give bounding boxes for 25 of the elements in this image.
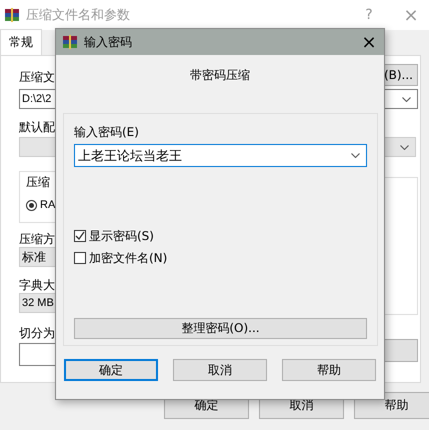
checkbox[interactable] [74, 252, 86, 264]
close-button[interactable]: × [354, 32, 384, 52]
books-icon [62, 34, 78, 50]
dialog-heading: 带密码压缩 [189, 67, 251, 83]
field-label: 默认配 [19, 119, 55, 135]
tab[interactable]: 常规 [0, 29, 42, 55]
books-icon [4, 7, 20, 23]
checkbox[interactable] [74, 230, 86, 242]
checkbox-label: 显示密码(S) [89, 228, 154, 244]
radio-button[interactable] [26, 200, 37, 210]
radio-label: RA [40, 199, 56, 211]
field-label: 字典大 [19, 277, 55, 293]
checkbox-label: 加密文件名(N) [89, 250, 168, 266]
dialog-button[interactable]: 确定 [64, 359, 158, 381]
group-title: 压缩 [26, 174, 50, 191]
field-label: 切分为 [19, 325, 55, 341]
dialog-title: 输入密码 [84, 34, 133, 50]
password-field[interactable]: 上老王论坛当老王 [74, 144, 367, 167]
organize-passwords-button[interactable]: 整理密码(O)... [74, 318, 367, 339]
window-title: 压缩文件名和参数 [26, 7, 131, 24]
dialog-button[interactable]: 帮助 [282, 359, 376, 381]
field-label: 输入密码(E) [74, 124, 140, 141]
field-label: 压缩方 [19, 231, 55, 247]
field-label: 压缩文 [19, 69, 55, 86]
dialog-button[interactable]: 取消 [173, 359, 267, 381]
